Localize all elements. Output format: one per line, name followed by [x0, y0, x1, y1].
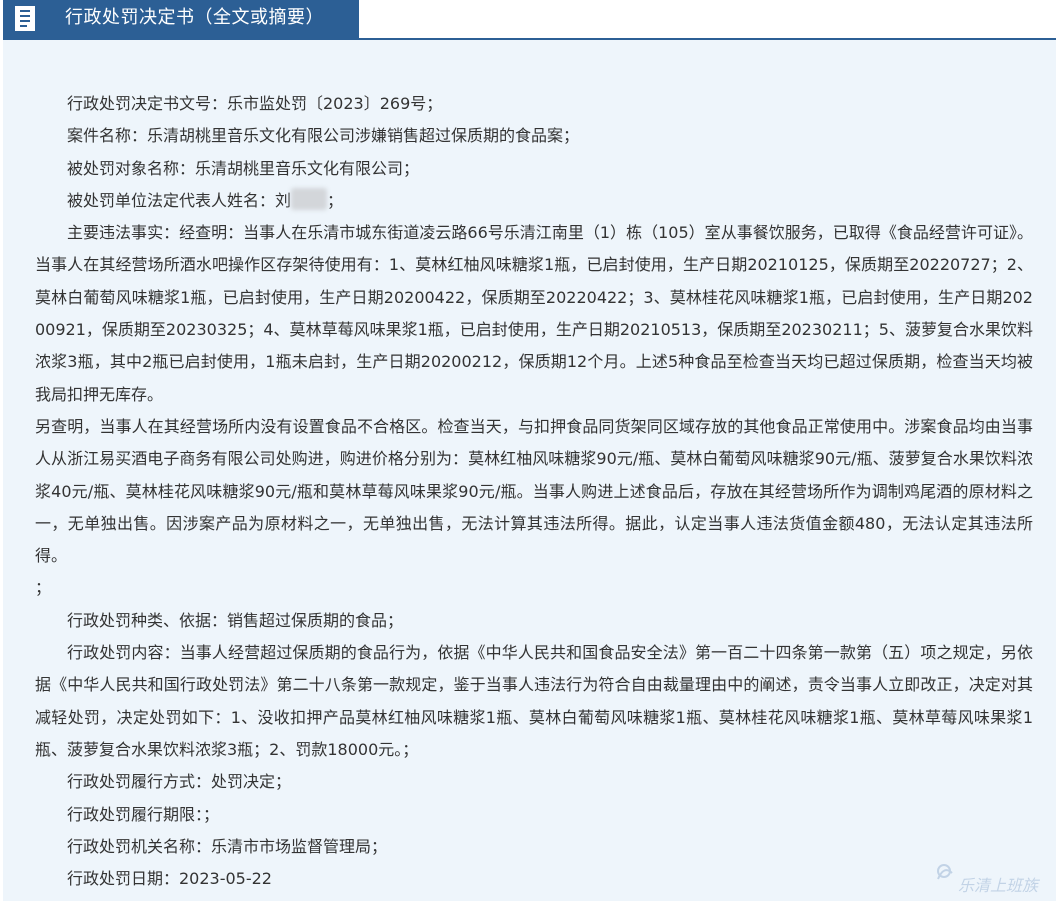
section-header: 行政处罚决定书（全文或摘要） — [3, 0, 1056, 40]
page: 行政处罚决定书（全文或摘要） 行政处罚决定书文号：乐市监处罚〔2023〕269号… — [0, 0, 1064, 901]
penalty-content: 行政处罚内容：当事人经营超过保质期的食品行为，依据《中华人民共和国食品安全法》第… — [35, 643, 1033, 759]
penalty-authority: 行政处罚机关名称：乐清市市场监督管理局； — [67, 836, 388, 856]
watermark-text: 乐清上班族 — [958, 876, 1041, 895]
document-body: 行政处罚决定书文号：乐市监处罚〔2023〕269号； 案件名称：乐清胡桃里音乐文… — [35, 88, 1033, 895]
performance-deadline: 行政处罚履行期限：； — [67, 804, 220, 824]
section-title: 行政处罚决定书（全文或摘要） — [65, 7, 324, 28]
legal-representative: 被处罚单位法定代表人姓名：刘 ； — [35, 185, 1033, 217]
case-name: 案件名称：乐清胡桃里音乐文化有限公司涉嫌销售超过保质期的食品案； — [67, 126, 580, 146]
facts-terminator: ； — [35, 578, 52, 598]
redacted-name — [291, 187, 328, 210]
performance-method: 行政处罚履行方式：处罚决定； — [67, 772, 292, 792]
penalty-date: 行政处罚日期：2023-05-22 — [67, 869, 272, 889]
doc-number: 行政处罚决定书文号：乐市监处罚〔2023〕269号； — [67, 94, 443, 113]
document-icon — [12, 4, 40, 32]
watermark-logo: 乐清上班族 — [934, 857, 1054, 897]
subject-name: 被处罚对象名称：乐清胡桃里音乐文化有限公司； — [67, 158, 420, 178]
penalty-type: 行政处罚种类、依据：销售超过保质期的食品； — [67, 610, 404, 630]
legal-rep-prefix: 被处罚单位法定代表人姓名：刘 — [67, 190, 292, 210]
legal-rep-suffix: ； — [327, 190, 344, 210]
document-panel: 行政处罚决定书文号：乐市监处罚〔2023〕269号； 案件名称：乐清胡桃里音乐文… — [3, 40, 1056, 901]
main-facts: 主要违法事实：经查明：当事人在乐清市城东街道凌云路66号乐清江南里（1）栋（10… — [35, 223, 1033, 404]
header-tab: 行政处罚决定书（全文或摘要） — [3, 0, 359, 38]
additional-facts: 另查明，当事人在其经营场所内没有设置食品不合格区。检查当天，与扣押食品同货架同区… — [35, 416, 1033, 566]
